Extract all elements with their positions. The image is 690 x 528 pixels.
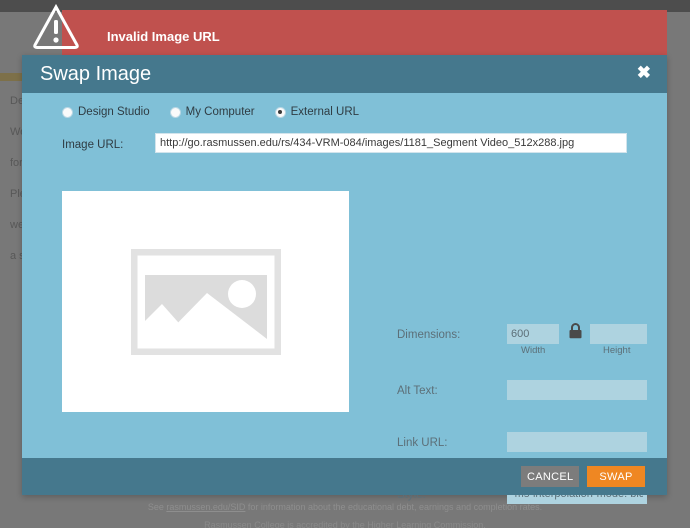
swap-image-dialog: Swap Image ✖ Design Studio My Computer E… — [22, 55, 667, 504]
radio-indicator-selected[interactable] — [274, 106, 286, 118]
radio-label: External URL — [290, 106, 360, 118]
radio-external-url[interactable]: External URL — [274, 106, 360, 118]
footer-text-prefix: See — [147, 502, 167, 512]
height-sublabel: Height — [603, 345, 631, 356]
radio-label: Design Studio — [78, 106, 150, 118]
close-icon[interactable]: ✖ — [637, 64, 651, 82]
alert-message: Invalid Image URL — [107, 29, 220, 44]
radio-my-computer[interactable]: My Computer — [169, 106, 255, 118]
dialog-body: Design Studio My Computer External URL I… — [22, 93, 667, 504]
radio-label: My Computer — [185, 106, 255, 118]
width-sublabel: Width — [521, 345, 546, 356]
radio-indicator[interactable] — [62, 106, 73, 118]
width-input[interactable] — [507, 324, 559, 344]
warning-triangle-icon — [32, 3, 80, 50]
broken-image-placeholder-icon — [126, 244, 285, 359]
page-accent-bar — [0, 73, 22, 81]
dialog-header: Swap Image ✖ — [22, 55, 667, 93]
image-preview-pane[interactable] — [62, 191, 349, 412]
height-input[interactable] — [590, 324, 647, 344]
cancel-button[interactable]: CANCEL — [521, 466, 579, 487]
radio-design-studio[interactable]: Design Studio — [62, 106, 150, 118]
footer-accreditation-line: Rasmussen College is accredited by the H… — [204, 520, 486, 528]
swap-button[interactable]: SWAP — [587, 466, 645, 487]
image-url-label: Image URL: — [62, 139, 124, 151]
footer-text-suffix: for information about the educational de… — [245, 502, 543, 512]
image-url-input[interactable] — [155, 133, 627, 153]
radio-indicator[interactable] — [169, 106, 181, 118]
lock-closed-icon[interactable] — [568, 323, 583, 339]
invalid-image-url-alert: Invalid Image URL — [62, 10, 667, 55]
image-source-radio-group: Design Studio My Computer External URL — [62, 106, 379, 118]
link-url-label: Link URL: — [397, 437, 448, 449]
dialog-title: Swap Image — [40, 63, 152, 85]
screenshot-root: Swap Image Dear Wel forw Plea welc a stu… — [0, 0, 690, 528]
alt-text-input[interactable] — [507, 380, 647, 400]
alt-text-label: Alt Text: — [397, 385, 438, 397]
sid-link[interactable]: rasmussen.edu/SID — [166, 502, 245, 512]
dimensions-label: Dimensions: — [397, 329, 461, 341]
dialog-footer: CANCEL SWAP — [22, 458, 667, 495]
link-url-input[interactable] — [507, 432, 647, 452]
